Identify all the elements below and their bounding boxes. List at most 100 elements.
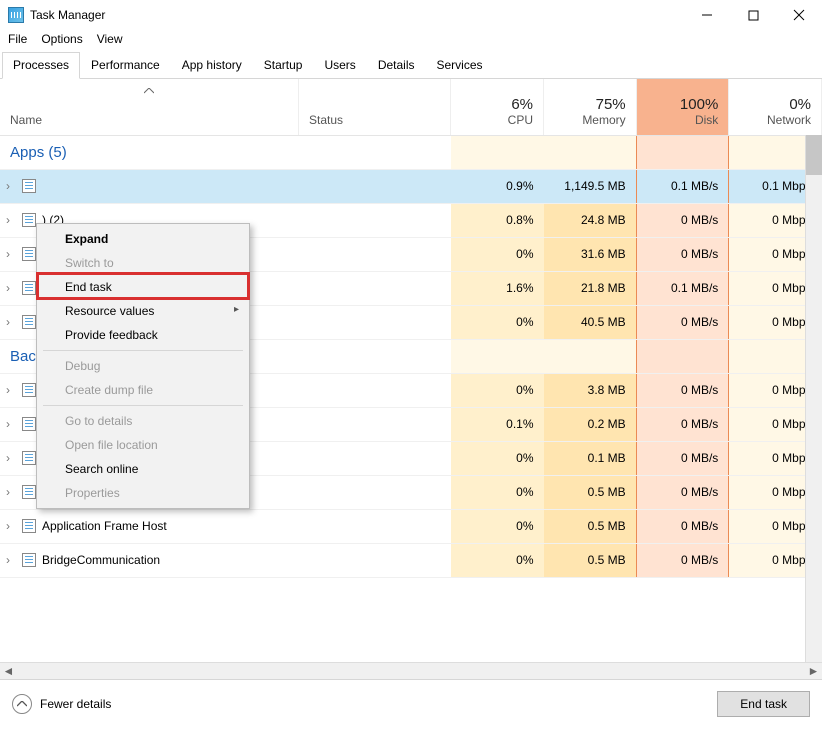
tab-processes[interactable]: Processes: [2, 52, 80, 79]
footer: Fewer details End task: [0, 679, 822, 727]
tab-startup[interactable]: Startup: [253, 52, 314, 78]
cpu-cell: 0%: [451, 441, 544, 475]
tab-services[interactable]: Services: [426, 52, 494, 78]
expand-icon[interactable]: ›: [6, 485, 20, 499]
status-cell: [299, 237, 451, 271]
col-memory[interactable]: 75% Memory: [544, 79, 637, 135]
cpu-label: CPU: [508, 113, 533, 127]
process-name-cell[interactable]: › Application Frame Host: [0, 509, 299, 543]
cpu-cell: 1.6%: [451, 271, 544, 305]
tab-users[interactable]: Users: [313, 52, 366, 78]
col-status[interactable]: Status: [299, 79, 451, 135]
status-cell: [299, 509, 451, 543]
cpu-cell: 0.9%: [451, 169, 544, 203]
tab-app-history[interactable]: App history: [171, 52, 253, 78]
minimize-button[interactable]: [684, 0, 730, 30]
table-row[interactable]: ›BridgeCommunication0%0.5 MB0 MB/s0 Mbps: [0, 543, 822, 577]
close-button[interactable]: [776, 0, 822, 30]
mem-cell: 0.5 MB: [544, 543, 637, 577]
expand-icon[interactable]: ›: [6, 519, 20, 533]
scroll-right-icon[interactable]: ►: [805, 664, 822, 678]
disk-cell: 0 MB/s: [636, 237, 729, 271]
context-item-search-online[interactable]: Search online: [37, 457, 249, 481]
process-name-cell[interactable]: ›BridgeCommunication: [0, 543, 299, 577]
expand-icon[interactable]: ›: [6, 417, 20, 431]
tab-performance[interactable]: Performance: [80, 52, 171, 78]
tab-details[interactable]: Details: [367, 52, 426, 78]
net-pct: 0%: [739, 96, 811, 113]
expand-icon[interactable]: ›: [6, 315, 20, 329]
col-name-label: Name: [10, 113, 42, 127]
scroll-track[interactable]: [17, 663, 805, 679]
expand-icon[interactable]: ›: [6, 213, 20, 227]
tabstrip: Processes Performance App history Startu…: [0, 52, 822, 79]
mem-cell: 0.5 MB: [544, 475, 637, 509]
context-separator: [43, 405, 243, 406]
disk-label: Disk: [695, 113, 718, 127]
mem-cell: 24.8 MB: [544, 203, 637, 237]
menubar: File Options View: [0, 30, 822, 52]
cpu-cell: 0%: [451, 373, 544, 407]
table-row[interactable]: Apps (5): [0, 135, 822, 169]
process-name-cell[interactable]: ›: [0, 169, 299, 203]
cpu-cell: 0.1%: [451, 407, 544, 441]
menu-file[interactable]: File: [8, 32, 27, 46]
disk-cell: 0 MB/s: [636, 203, 729, 237]
expand-icon[interactable]: ›: [6, 451, 20, 465]
expand-icon[interactable]: ›: [6, 179, 20, 193]
disk-cell: 0 MB/s: [636, 475, 729, 509]
context-item-resource-values[interactable]: Resource values: [37, 299, 249, 323]
mem-cell: 0.5 MB: [544, 509, 637, 543]
disk-pct: 100%: [647, 96, 719, 113]
expand-icon[interactable]: ›: [6, 281, 20, 295]
metric-cell: [544, 339, 637, 373]
col-cpu[interactable]: 6% CPU: [451, 79, 544, 135]
context-separator: [43, 350, 243, 351]
cpu-cell: 0%: [451, 509, 544, 543]
status-cell: [299, 475, 451, 509]
status-cell: [299, 305, 451, 339]
menu-view[interactable]: View: [97, 32, 123, 46]
process-icon: [22, 383, 36, 397]
vertical-scrollbar[interactable]: [805, 135, 822, 662]
process-icon: [22, 281, 36, 295]
metric-cell: [451, 339, 544, 373]
scroll-left-icon[interactable]: ◄: [0, 664, 17, 678]
table-row[interactable]: ›0.9%1,149.5 MB0.1 MB/s0.1 Mbps: [0, 169, 822, 203]
expand-icon[interactable]: ›: [6, 553, 20, 567]
context-item-expand[interactable]: Expand: [37, 227, 249, 251]
maximize-button[interactable]: [730, 0, 776, 30]
table-row[interactable]: ›Application Frame Host0%0.5 MB0 MB/s0 M…: [0, 509, 822, 543]
context-item-open-file-location: Open file location: [37, 433, 249, 457]
expand-icon[interactable]: ›: [6, 247, 20, 261]
mem-cell: 31.6 MB: [544, 237, 637, 271]
process-icon: [22, 485, 36, 499]
status-cell: [299, 407, 451, 441]
mem-cell: 40.5 MB: [544, 305, 637, 339]
disk-cell: 0.1 MB/s: [636, 169, 729, 203]
cpu-cell: 0%: [451, 237, 544, 271]
col-disk[interactable]: 100% Disk: [636, 79, 729, 135]
context-item-end-task[interactable]: End task: [37, 275, 249, 299]
process-icon: [22, 213, 36, 227]
process-name-label: Application Frame Host: [42, 519, 167, 533]
col-name[interactable]: Name: [0, 79, 299, 135]
end-task-button[interactable]: End task: [717, 691, 810, 717]
group-header[interactable]: Apps (5): [0, 135, 451, 169]
status-cell: [299, 441, 451, 475]
disk-cell: 0 MB/s: [636, 305, 729, 339]
disk-cell: 0 MB/s: [636, 543, 729, 577]
menu-options[interactable]: Options: [41, 32, 82, 46]
process-icon: [22, 519, 36, 533]
disk-cell: 0 MB/s: [636, 441, 729, 475]
fewer-details-label: Fewer details: [40, 697, 111, 711]
col-network[interactable]: 0% Network: [729, 79, 822, 135]
process-icon: [22, 247, 36, 261]
scrollbar-thumb[interactable]: [806, 135, 822, 175]
expand-icon[interactable]: ›: [6, 383, 20, 397]
fewer-details-toggle[interactable]: Fewer details: [12, 694, 111, 714]
net-label: Network: [767, 113, 811, 127]
status-cell: [299, 373, 451, 407]
horizontal-scrollbar[interactable]: ◄ ►: [0, 662, 822, 679]
context-item-provide-feedback[interactable]: Provide feedback: [37, 323, 249, 347]
